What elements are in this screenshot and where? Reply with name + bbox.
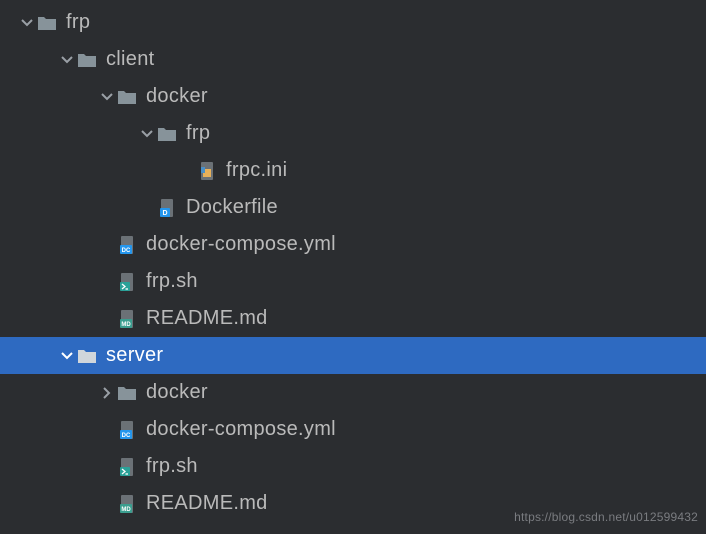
folder-icon	[36, 12, 58, 34]
docker-compose-icon	[116, 234, 138, 256]
tree-file-docker-compose[interactable]: docker-compose.yml	[0, 226, 706, 263]
tree-file-dockerfile[interactable]: Dockerfile	[0, 189, 706, 226]
chevron-down-icon	[18, 14, 36, 32]
tree-item-label: server	[106, 344, 163, 367]
tree-file-frp-sh[interactable]: frp.sh	[0, 263, 706, 300]
tree-folder-frp[interactable]: frp	[0, 4, 706, 41]
tree-item-label: client	[106, 48, 155, 71]
tree-item-label: docker	[146, 85, 208, 108]
watermark-text: https://blog.csdn.net/u012599432	[514, 510, 698, 524]
folder-icon	[76, 49, 98, 71]
file-tree: frp client docker frp frpc.ini Dockerfil…	[0, 0, 706, 522]
chevron-down-icon	[138, 125, 156, 143]
chevron-down-icon	[98, 88, 116, 106]
tree-item-label: frpc.ini	[226, 159, 287, 182]
chevron-right-icon	[98, 384, 116, 402]
tree-item-label: README.md	[146, 307, 268, 330]
folder-icon	[116, 382, 138, 404]
tree-file-frpc-ini[interactable]: frpc.ini	[0, 152, 706, 189]
markdown-file-icon	[116, 308, 138, 330]
tree-item-label: Dockerfile	[186, 196, 278, 219]
tree-file-server-docker-compose[interactable]: docker-compose.yml	[0, 411, 706, 448]
tree-file-server-frp-sh[interactable]: frp.sh	[0, 448, 706, 485]
tree-item-label: frp	[186, 122, 210, 145]
tree-item-label: frp.sh	[146, 270, 198, 293]
tree-folder-frp-inner[interactable]: frp	[0, 115, 706, 152]
folder-icon	[156, 123, 178, 145]
tree-item-label: frp	[66, 11, 90, 34]
tree-folder-server-docker[interactable]: docker	[0, 374, 706, 411]
tree-item-label: frp.sh	[146, 455, 198, 478]
folder-icon	[116, 86, 138, 108]
tree-item-label: docker-compose.yml	[146, 233, 336, 256]
folder-icon	[76, 345, 98, 367]
tree-folder-client[interactable]: client	[0, 41, 706, 78]
chevron-down-icon	[58, 51, 76, 69]
tree-item-label: README.md	[146, 492, 268, 515]
tree-folder-server[interactable]: server	[0, 337, 706, 374]
ini-file-icon	[196, 160, 218, 182]
tree-item-label: docker	[146, 381, 208, 404]
docker-compose-icon	[116, 419, 138, 441]
shell-file-icon	[116, 271, 138, 293]
tree-folder-docker[interactable]: docker	[0, 78, 706, 115]
markdown-file-icon	[116, 493, 138, 515]
tree-file-readme[interactable]: README.md	[0, 300, 706, 337]
chevron-down-icon	[58, 347, 76, 365]
shell-file-icon	[116, 456, 138, 478]
dockerfile-icon	[156, 197, 178, 219]
tree-item-label: docker-compose.yml	[146, 418, 336, 441]
